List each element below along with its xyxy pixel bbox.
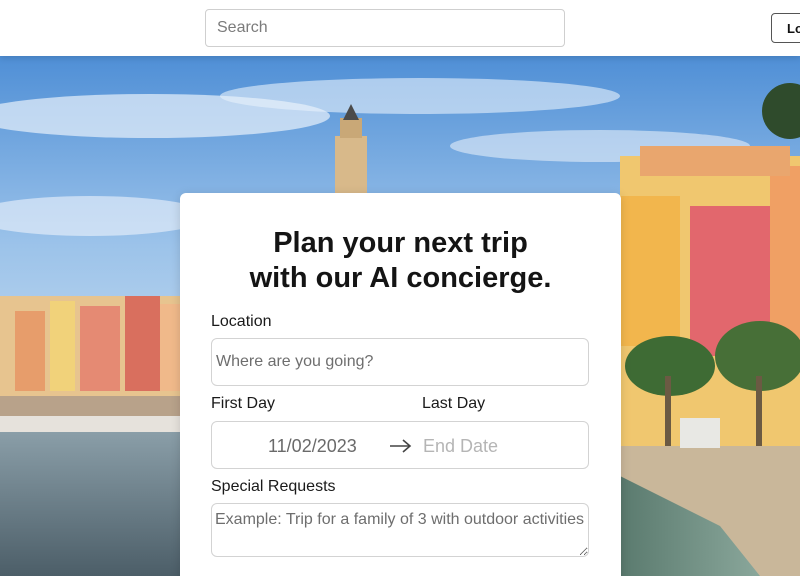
card-title: Plan your next trip with our AI concierg… — [180, 226, 621, 296]
start-date-value[interactable]: 11/02/2023 — [268, 436, 357, 457]
top-navigation-bar: Lo — [0, 0, 800, 56]
search-input[interactable] — [205, 9, 565, 47]
first-day-label: First Day — [211, 395, 275, 412]
end-date-placeholder[interactable]: End Date — [423, 436, 498, 457]
special-requests-label: Special Requests — [211, 478, 336, 495]
location-label: Location — [211, 313, 272, 330]
date-range-picker[interactable]: 11/02/2023 End Date — [211, 421, 589, 469]
location-input[interactable] — [211, 338, 589, 386]
trip-planner-card: Plan your next trip with our AI concierg… — [180, 193, 621, 576]
card-title-line-1: Plan your next trip — [273, 227, 528, 259]
card-title-line-2: with our AI concierge. — [249, 262, 552, 294]
arrow-right-icon — [390, 439, 412, 453]
login-button[interactable]: Lo — [771, 13, 800, 43]
last-day-label: Last Day — [422, 395, 486, 412]
special-requests-textarea[interactable] — [211, 503, 589, 557]
